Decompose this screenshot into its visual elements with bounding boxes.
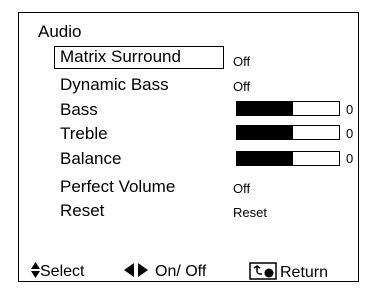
footer-select: Select bbox=[31, 262, 84, 282]
bass-value: 0 bbox=[346, 102, 354, 117]
return-icon bbox=[249, 262, 277, 280]
bass-level-fill bbox=[237, 102, 294, 115]
treble-level-fill bbox=[237, 126, 294, 139]
menu-item-bass[interactable]: Bass bbox=[60, 100, 98, 120]
menu-item-balance[interactable]: Balance bbox=[60, 149, 121, 169]
perfect-volume-value: Off bbox=[233, 181, 251, 196]
menu-item-matrix-surround[interactable]: Matrix Surround bbox=[54, 46, 224, 69]
balance-value: 0 bbox=[346, 151, 354, 166]
left-right-arrows-icon bbox=[124, 263, 148, 277]
treble-level-bar[interactable] bbox=[236, 125, 340, 140]
reset-value: Reset bbox=[233, 205, 267, 220]
menu-title: Audio bbox=[38, 22, 82, 41]
up-down-arrows-icon bbox=[31, 262, 40, 278]
menu-item-perfect-volume[interactable]: Perfect Volume bbox=[60, 177, 175, 197]
menu-item-reset[interactable]: Reset bbox=[60, 201, 104, 221]
dynamic-bass-value: Off bbox=[233, 79, 251, 94]
footer-return: Return bbox=[249, 262, 328, 283]
footer-onoff: On/ Off bbox=[124, 262, 206, 282]
menu-item-treble[interactable]: Treble bbox=[60, 124, 108, 144]
menu-item-dynamic-bass[interactable]: Dynamic Bass bbox=[60, 75, 169, 95]
footer-onoff-label: On/ Off bbox=[155, 263, 207, 280]
balance-level-bar[interactable] bbox=[236, 151, 340, 166]
footer-select-label: Select bbox=[40, 263, 85, 280]
treble-value: 0 bbox=[346, 126, 354, 141]
footer-return-label: Return bbox=[280, 264, 329, 281]
matrix-surround-value: Off bbox=[233, 54, 251, 69]
bass-level-bar[interactable] bbox=[236, 101, 340, 116]
balance-level-fill bbox=[237, 152, 294, 165]
